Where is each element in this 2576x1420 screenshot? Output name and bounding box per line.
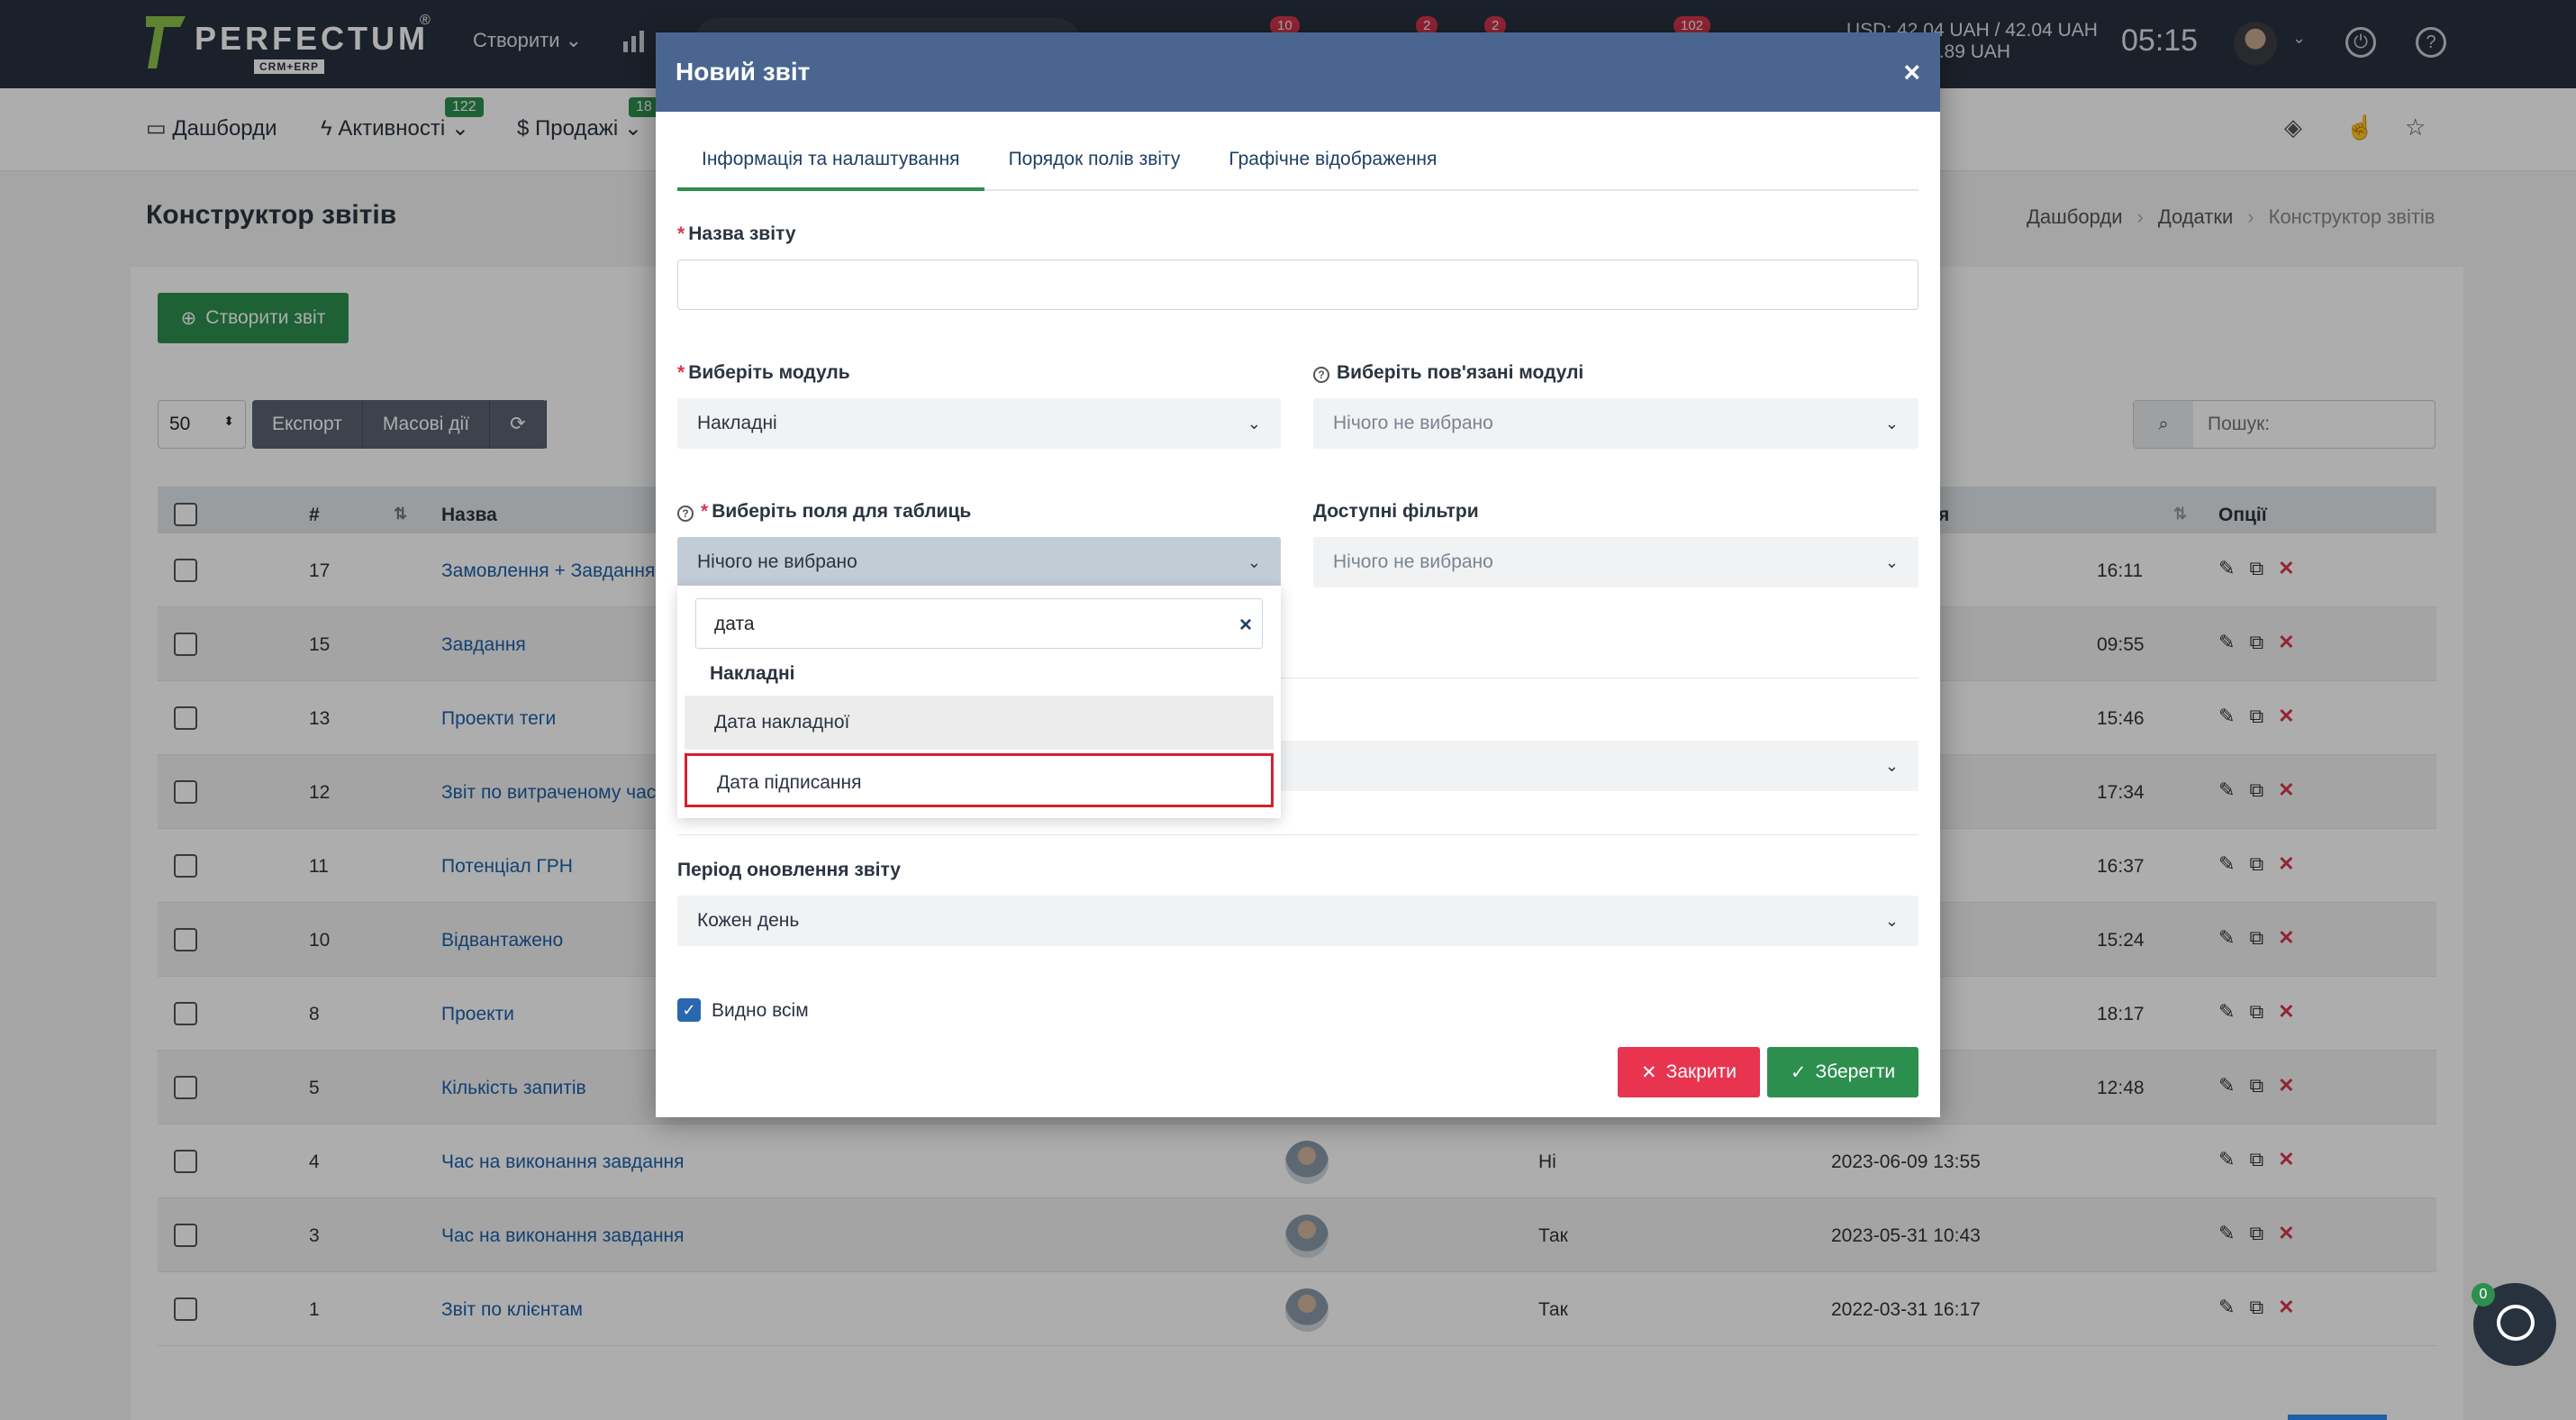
- filters-value: Нічого не вибрано: [1333, 551, 1493, 572]
- chevron-down-icon: ⌄: [1884, 414, 1899, 432]
- modal-title: Новий звіт: [676, 58, 811, 86]
- close-x-icon: ✕: [1641, 1061, 1657, 1083]
- table-fields-select[interactable]: Нічого не вибрано ⌄: [677, 537, 1281, 587]
- module-label-text: Виберіть модуль: [688, 362, 850, 383]
- save-button[interactable]: ✓ Зберегти: [1767, 1047, 1918, 1097]
- period-value: Кожен день: [697, 910, 800, 931]
- related-modules-value: Нічого не вибрано: [1333, 413, 1493, 433]
- table-fields-label: ? * Виберіть поля для таблиць: [677, 501, 971, 523]
- filters-select[interactable]: Нічого не вибрано ⌄: [1313, 537, 1918, 587]
- period-label: Період оновлення звіту: [677, 860, 901, 880]
- module-label: * Виберіть модуль: [677, 362, 850, 383]
- dropdown-option[interactable]: Дата накладної: [685, 696, 1274, 750]
- report-name-label-text: Назва звіту: [688, 223, 796, 244]
- chevron-down-icon: ⌄: [1247, 414, 1261, 432]
- close-button-label: Закрити: [1665, 1061, 1737, 1082]
- fields-dropdown-menu: дата × Накладні Дата накладної Дата підп…: [677, 586, 1281, 818]
- report-name-input[interactable]: [677, 259, 1918, 310]
- new-report-modal: Новий звіт × Інформація та налаштування …: [656, 32, 1940, 1117]
- filters-label: Доступні фільтри: [1313, 501, 1479, 522]
- divider: [677, 834, 1918, 835]
- module-select[interactable]: Накладні ⌄: [677, 398, 1281, 449]
- chevron-down-icon: ⌄: [1884, 912, 1899, 930]
- check-icon: ✓: [1790, 1061, 1807, 1083]
- chevron-down-icon: ⌄: [1247, 553, 1261, 571]
- dropdown-option[interactable]: Дата підписання: [685, 753, 1274, 807]
- dropdown-group-label: Накладні: [710, 663, 795, 684]
- chevron-down-icon: ⌄: [1884, 553, 1899, 571]
- chat-icon: [2497, 1305, 2535, 1341]
- chat-button[interactable]: 0: [2472, 1283, 2556, 1366]
- dropdown-search-input[interactable]: дата: [695, 598, 1263, 649]
- visible-all-checkbox[interactable]: ✓: [677, 998, 701, 1022]
- help-icon: ?: [677, 505, 694, 522]
- modal-tabs: Інформація та налаштування Порядок полів…: [677, 146, 1918, 191]
- tab-graphic[interactable]: Графічне відображення: [1204, 146, 1461, 191]
- clear-search-icon[interactable]: ×: [1239, 613, 1252, 638]
- save-button-label: Зберегти: [1815, 1061, 1896, 1082]
- table-fields-value: Нічого не вибрано: [697, 551, 857, 572]
- close-icon[interactable]: ×: [1903, 56, 1920, 89]
- related-modules-label-text: Виберіть пов'язані модулі: [1337, 362, 1584, 383]
- chevron-down-icon: ⌄: [1884, 757, 1899, 775]
- period-select[interactable]: Кожен день ⌄: [677, 896, 1918, 946]
- related-modules-label: ? Виберіть пов'язані модулі: [1313, 362, 1583, 384]
- related-modules-select[interactable]: Нічого не вибрано ⌄: [1313, 398, 1918, 449]
- module-select-value: Накладні: [697, 413, 777, 433]
- pagination-active[interactable]: [2288, 1415, 2387, 1420]
- visible-all-label: Видно всім: [712, 1000, 809, 1021]
- report-name-label: * Назва звіту: [677, 223, 796, 244]
- close-button[interactable]: ✕ Закрити: [1618, 1047, 1760, 1097]
- modal-header: Новий звіт ×: [656, 32, 1940, 112]
- tab-field-order[interactable]: Порядок полів звіту: [984, 146, 1205, 191]
- tab-info-settings[interactable]: Інформація та налаштування: [677, 146, 984, 191]
- chat-badge: 0: [2472, 1283, 2495, 1306]
- table-fields-label-text: Виберіть поля для таблиць: [712, 501, 972, 522]
- help-icon: ?: [1313, 367, 1329, 383]
